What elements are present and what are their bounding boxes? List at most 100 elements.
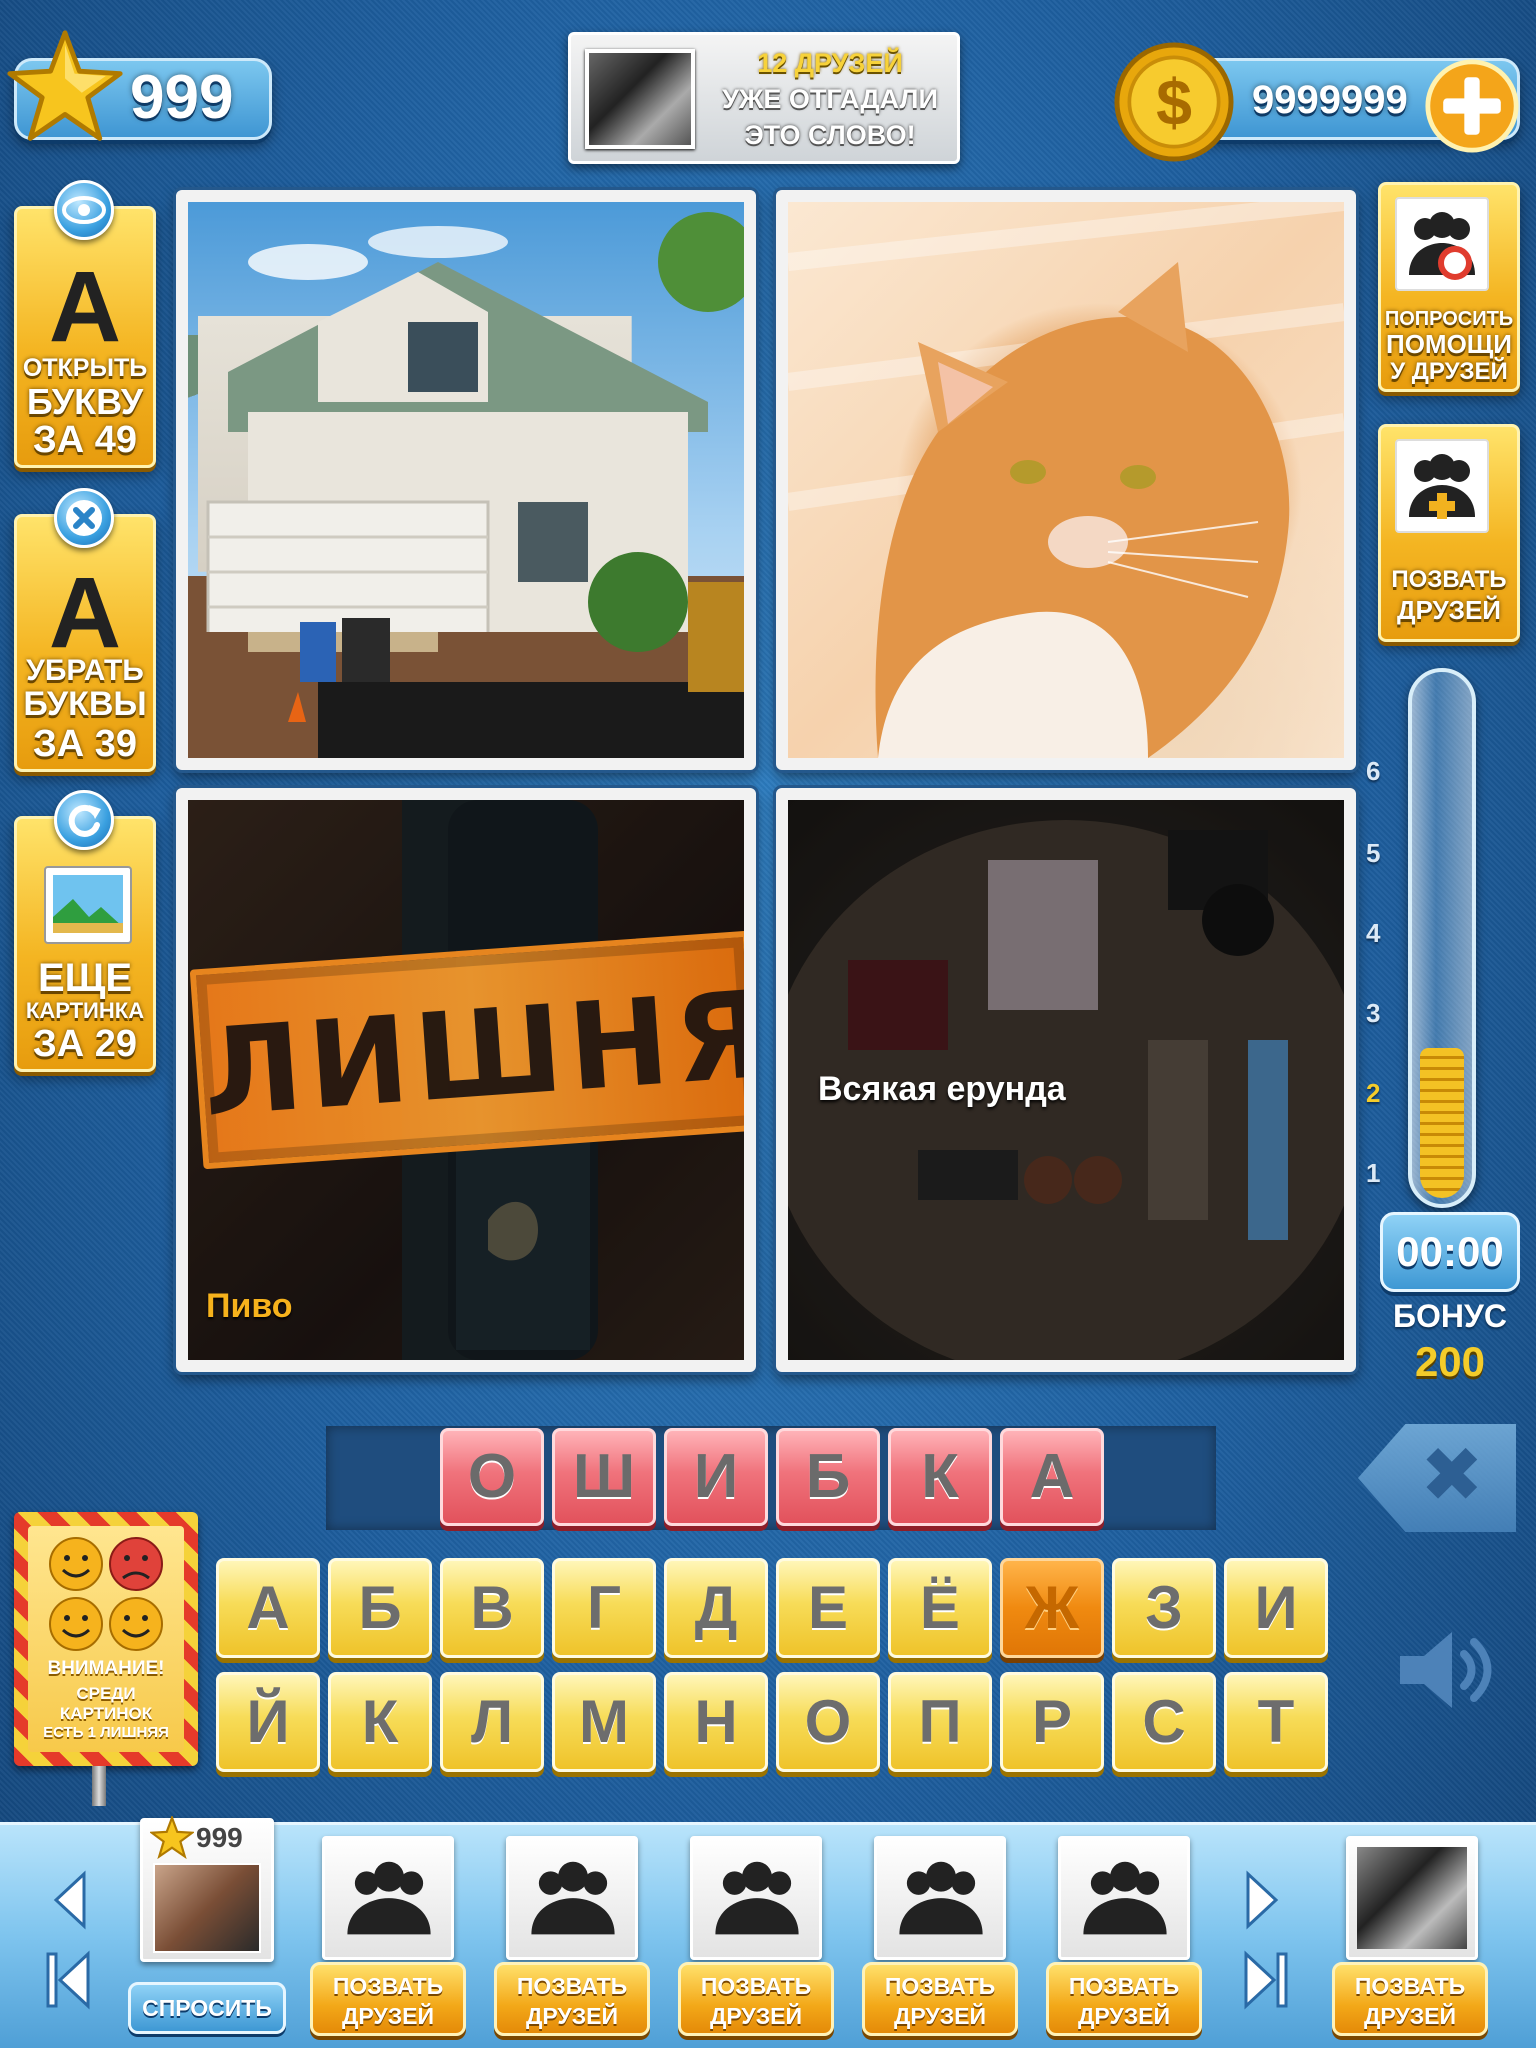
picture-misc-items[interactable]: Всякая ерунда [776,788,1356,1372]
invite-friends-button[interactable]: ПОЗВАТЬ ДРУЗЕЙ [678,1962,834,2036]
invite-label-2: ДРУЗЕЙ [1077,2003,1170,2029]
invite-label-1: ПОЗВАТЬ [700,1973,812,1999]
keyboard-key[interactable]: И [1224,1558,1328,1658]
star-icon [7,30,123,141]
picture-beer[interactable]: ЛИШНЯЯ Пиво [176,788,756,1372]
keyboard-key[interactable]: С [1112,1672,1216,1772]
reveal-letter-card[interactable]: А ОТКРЫТЬ БУКВУ ЗА 49 [14,206,156,468]
answer-letter[interactable]: Ш [552,1428,656,1526]
keyboard-key[interactable]: Л [440,1672,544,1772]
keyboard-key[interactable]: П [888,1672,992,1772]
keyboard-key-letter: Й [246,1688,290,1755]
keyboard-key[interactable]: А [216,1558,320,1658]
invite-friends-label-1: ПОЗВАТЬ [1391,566,1507,593]
keyboard-key[interactable]: Й [216,1672,320,1772]
invite-friends-card[interactable]: ПОЗВАТЬ ДРУЗЕЙ [1378,424,1520,642]
remove-letters-card[interactable]: А УБРАТЬ БУКВЫ ЗА 39 [14,514,156,772]
keyboard-key-letter: В [470,1574,514,1641]
meter-tick-3: 3 [1366,998,1381,1028]
keyboard-key[interactable]: Д [664,1558,768,1658]
reveal-letter-glyph: А [48,251,122,363]
answer-letter[interactable]: К [888,1428,992,1526]
ask-friends-label-1: ПОПРОСИТЬ [1384,308,1514,330]
keyboard-key[interactable]: Ё [888,1558,992,1658]
invite-friends-button[interactable]: ПОЗВАТЬ ДРУЗЕЙ [494,1962,650,2036]
notice-line-1: 12 ДРУЗЕЙ [757,48,903,78]
keyboard-key-letter: Р [1031,1688,1073,1755]
scroll-right-icon[interactable] [1242,1870,1282,1930]
friend-slot[interactable] [322,1836,454,1960]
beer-caption: Пиво [206,1287,293,1325]
invite-label-2: ДРУЗЕЙ [341,2003,434,2029]
new-picture-card[interactable]: ЕЩЕ КАРТИНКА ЗА 29 [14,816,156,1072]
friends-placeholder-icon [531,1861,615,1935]
ask-friends-help-card[interactable]: ПОПРОСИТЬ ПОМОЩИ У ДРУЗЕЙ [1378,182,1520,392]
friend-slot[interactable] [690,1836,822,1960]
bonus-tube-meter [1408,668,1476,1208]
invite-label-2: ДРУЗЕЙ [709,2003,802,2029]
invite-label-2: ДРУЗЕЙ [525,2003,618,2029]
meter-tick-5: 5 [1366,838,1381,868]
keyboard-key[interactable]: Н [664,1672,768,1772]
scroll-left-icon[interactable] [50,1870,90,1930]
keyboard-key-letter: Ж [1024,1574,1080,1641]
picture-house[interactable] [176,190,756,770]
coin-stack [1420,1048,1464,1198]
invite-label-1: ПОЗВАТЬ [332,1973,444,1999]
friend-slot[interactable] [874,1836,1006,1960]
keyboard-key[interactable]: Б [328,1558,432,1658]
extra-picture-stamp: ЛИШНЯЯ [189,930,756,1170]
answer-letter[interactable]: И [664,1428,768,1526]
coin-icon: $ [1114,42,1234,162]
bonus-value: 200 [1414,1338,1486,1385]
keyboard-key[interactable]: О [776,1672,880,1772]
scroll-last-icon[interactable] [1240,1950,1290,2010]
reveal-letter-label-1: ОТКРЫТЬ [22,354,148,382]
answer-letter[interactable]: О [440,1428,544,1526]
friends-placeholder-icon [1083,1861,1167,1935]
invite-friends-button[interactable]: ПОЗВАТЬ ДРУЗЕЙ [1332,1962,1488,2036]
keyboard-key[interactable]: К [328,1672,432,1772]
keyboard-key[interactable]: Ж [1000,1558,1104,1658]
friends-guessed-notice[interactable]: 12 ДРУЗЕЙ УЖЕ ОТГАДАЛИ ЭТО СЛОВО! [568,32,960,164]
warning-text-2: КАРТИНОК [59,1704,153,1723]
friend-photo [585,49,695,149]
keyboard-key[interactable]: В [440,1558,544,1658]
extra-picture-stamp-text: ЛИШНЯЯ [198,958,756,1144]
player-stars-value: 999 [196,1822,243,1853]
picture-cat[interactable] [776,190,1356,770]
friend-slot[interactable] [1058,1836,1190,1960]
keyboard-key-letter: З [1145,1574,1183,1641]
invite-label-1: ПОЗВАТЬ [516,1973,628,1999]
friend-slot[interactable] [506,1836,638,1960]
keyboard-key-letter: Т [1257,1688,1295,1755]
sound-icon[interactable] [1390,1620,1500,1720]
invite-friends-button[interactable]: ПОЗВАТЬ ДРУЗЕЙ [310,1962,466,2036]
keyboard-key-letter: Б [358,1574,402,1641]
keyboard-key[interactable]: З [1112,1558,1216,1658]
answer-letter[interactable]: А [1000,1428,1104,1526]
stars-value: 999 [130,63,234,132]
warning-text-1: СРЕДИ [76,1684,136,1703]
answer-letter[interactable]: Б [776,1428,880,1526]
add-coins-button[interactable] [1424,58,1520,154]
meter-tick-6: 6 [1366,756,1381,786]
keyboard-key[interactable]: Т [1224,1672,1328,1772]
invite-friends-button[interactable]: ПОЗВАТЬ ДРУЗЕЙ [862,1962,1018,2036]
delete-icon: ✖ [1420,1433,1484,1518]
invite-label-1: ПОЗВАТЬ [1354,1973,1466,1999]
scroll-first-icon[interactable] [44,1950,94,2010]
invite-friends-button[interactable]: ПОЗВАТЬ ДРУЗЕЙ [1046,1962,1202,2036]
warning-text-3: ЕСТЬ 1 ЛИШНЯЯ [43,1724,169,1741]
keyboard-key[interactable]: Г [552,1558,656,1658]
keyboard-key[interactable]: Е [776,1558,880,1658]
friends-help-icon [1395,197,1489,291]
close-icon [54,488,114,548]
friend-slot-photo[interactable] [1346,1836,1478,1960]
warning-sign-post [92,1766,106,1806]
keyboard-key[interactable]: Р [1000,1672,1104,1772]
keyboard-key-letter: А [246,1574,290,1641]
ask-button[interactable]: СПРОСИТЬ [128,1982,286,2034]
keyboard-key[interactable]: М [552,1672,656,1772]
invite-label-2: ДРУЗЕЙ [1363,2003,1456,2029]
